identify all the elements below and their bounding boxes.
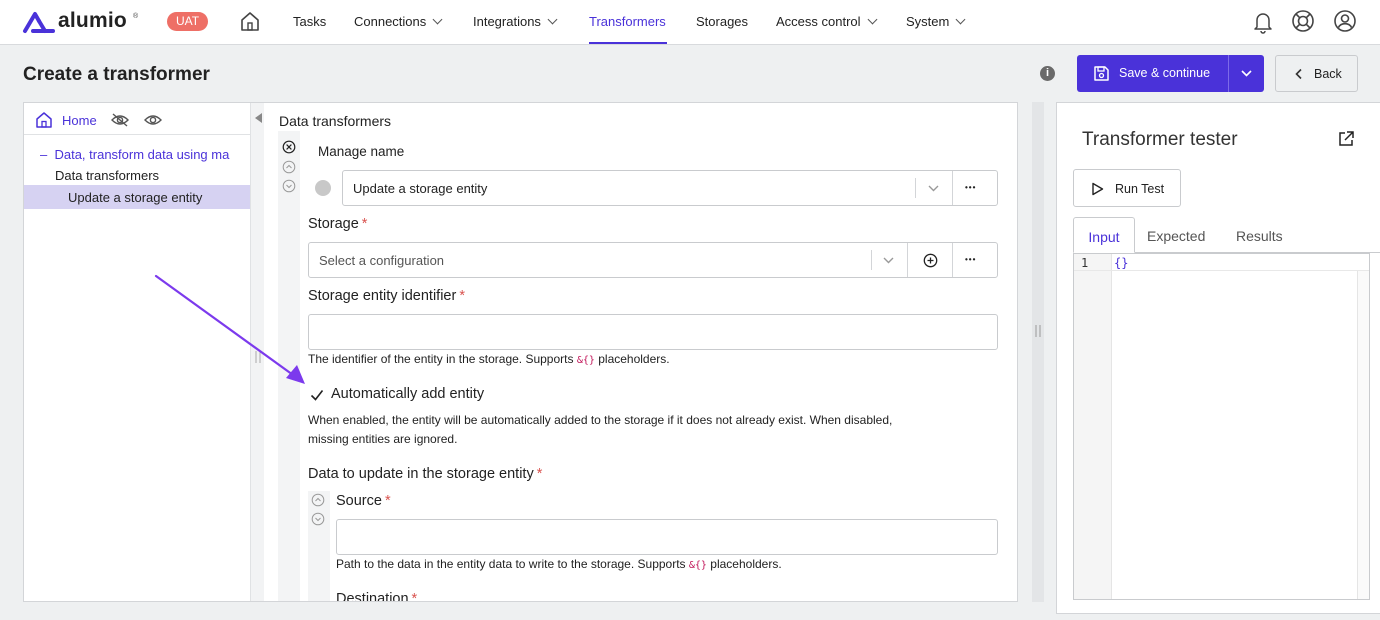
tab-expected[interactable]: Expected <box>1147 217 1205 253</box>
tab-results[interactable]: Results <box>1236 217 1283 253</box>
home-icon[interactable] <box>35 111 53 129</box>
user-profile-icon[interactable] <box>1333 9 1357 33</box>
nav-access-control[interactable]: Access control <box>776 14 877 29</box>
nav-connections[interactable]: Connections <box>354 14 443 29</box>
tree-item-data-transformers[interactable]: Data transformers <box>55 168 159 183</box>
mapping-gutter <box>308 491 330 601</box>
resize-handle-icon[interactable] <box>1033 324 1043 338</box>
page-title: Create a transformer <box>23 64 210 85</box>
collapse-left-icon[interactable] <box>253 112 263 124</box>
eye-icon[interactable] <box>143 113 163 127</box>
chevron-down-icon <box>432 14 443 25</box>
bell-icon[interactable] <box>1252 10 1274 34</box>
tab-input[interactable]: Input <box>1073 217 1135 253</box>
app-logo-text: alumio <box>58 9 127 32</box>
home-icon[interactable] <box>239 10 261 32</box>
move-up-icon[interactable] <box>282 160 296 174</box>
tree-home-link[interactable]: Home <box>62 113 97 128</box>
move-down-icon[interactable] <box>282 179 296 193</box>
top-navigation-bar: alumio ® UAT Tasks Connections Integrati… <box>0 0 1380 45</box>
chevron-down-icon[interactable] <box>882 256 895 265</box>
tree-item-update-storage-entity[interactable]: Update a storage entity <box>68 190 202 205</box>
auto-add-help-line-2: missing entities are ignored. <box>308 432 458 446</box>
auto-add-label[interactable]: Automatically add entity <box>331 386 484 402</box>
entity-identifier-input[interactable] <box>308 314 998 350</box>
nav-system[interactable]: System <box>906 14 966 29</box>
open-external-icon[interactable] <box>1337 130 1355 148</box>
storage-label: Storage * <box>308 216 368 232</box>
source-help: Path to the data in the entity data to w… <box>336 557 782 571</box>
tree-toolbar: Home <box>24 103 250 135</box>
nav-integrations[interactable]: Integrations <box>473 14 558 29</box>
auto-add-help-line-1: When enabled, the entity will be automat… <box>308 413 893 427</box>
play-icon <box>1092 182 1104 196</box>
chevron-down-icon <box>547 14 558 25</box>
auto-add-checkbox[interactable] <box>309 387 325 403</box>
editor-code[interactable]: {} <box>1114 256 1128 270</box>
line-number: 1 <box>1081 256 1089 270</box>
remove-circle-icon[interactable] <box>282 140 296 154</box>
editor-scrollbar[interactable] <box>1357 271 1369 599</box>
plus-circle-icon <box>923 253 938 268</box>
editor-line: 1 {} <box>1074 254 1369 271</box>
tester-tabs: Input Expected Results <box>1073 217 1380 253</box>
active-nav-indicator <box>589 42 667 44</box>
storage-more-button[interactable]: ••• <box>952 243 997 277</box>
environment-badge: UAT <box>167 12 208 31</box>
transformer-type-select[interactable]: Update a storage entity ••• <box>342 170 998 206</box>
save-disk-icon <box>1094 66 1109 81</box>
move-up-icon[interactable] <box>311 493 325 507</box>
chevron-down-icon <box>1241 70 1252 77</box>
editor-line-gutter <box>1074 254 1112 599</box>
annotation-arrow-icon <box>154 274 305 384</box>
nav-transformers[interactable]: Transformers <box>589 14 666 29</box>
input-code-editor[interactable]: 1 {} <box>1073 253 1370 600</box>
status-dot-icon <box>315 180 331 196</box>
select-divider <box>915 178 916 198</box>
transformer-form-panel: Data transformers Manage name Update a s… <box>264 102 1018 602</box>
alumio-logo-icon <box>23 12 55 33</box>
nav-storages[interactable]: Storages <box>696 14 748 29</box>
transformer-more-button[interactable]: ••• <box>952 171 997 205</box>
transformer-tester-panel: Transformer tester Run Test Input Expect… <box>1056 102 1380 614</box>
tree-item-data-transform[interactable]: – Data, transform data using ma <box>40 147 229 162</box>
panel-resize-divider[interactable] <box>1032 102 1044 602</box>
source-input[interactable] <box>336 519 998 555</box>
chevron-down-icon <box>955 14 966 25</box>
move-down-icon[interactable] <box>311 512 325 526</box>
section-title: Data transformers <box>279 113 392 129</box>
save-and-continue-button[interactable]: Save & continue <box>1077 55 1228 92</box>
source-label: Source * <box>336 493 391 509</box>
help-lifebuoy-icon[interactable] <box>1291 9 1315 33</box>
logo-registered-mark: ® <box>133 13 139 20</box>
add-storage-button[interactable] <box>907 243 952 277</box>
info-icon[interactable]: i <box>1040 66 1055 81</box>
entity-identifier-label: Storage entity identifier * <box>308 288 465 304</box>
eye-off-icon[interactable] <box>110 112 130 128</box>
chevron-left-icon <box>1295 68 1302 80</box>
destination-label: Destination * <box>336 591 418 602</box>
back-button[interactable]: Back <box>1275 55 1358 92</box>
chevron-down-icon <box>867 14 877 25</box>
data-to-update-label: Data to update in the storage entity * <box>308 466 543 482</box>
run-test-button[interactable]: Run Test <box>1073 169 1181 207</box>
storage-select[interactable]: Select a configuration ••• <box>308 242 998 278</box>
manage-name-label[interactable]: Manage name <box>318 144 404 159</box>
save-options-dropdown-button[interactable] <box>1228 55 1264 92</box>
entity-identifier-help: The identifier of the entity in the stor… <box>308 352 670 366</box>
tester-title: Transformer tester <box>1082 129 1238 150</box>
chevron-down-icon[interactable] <box>927 184 940 193</box>
select-divider <box>871 250 872 270</box>
nav-tasks[interactable]: Tasks <box>293 14 326 29</box>
